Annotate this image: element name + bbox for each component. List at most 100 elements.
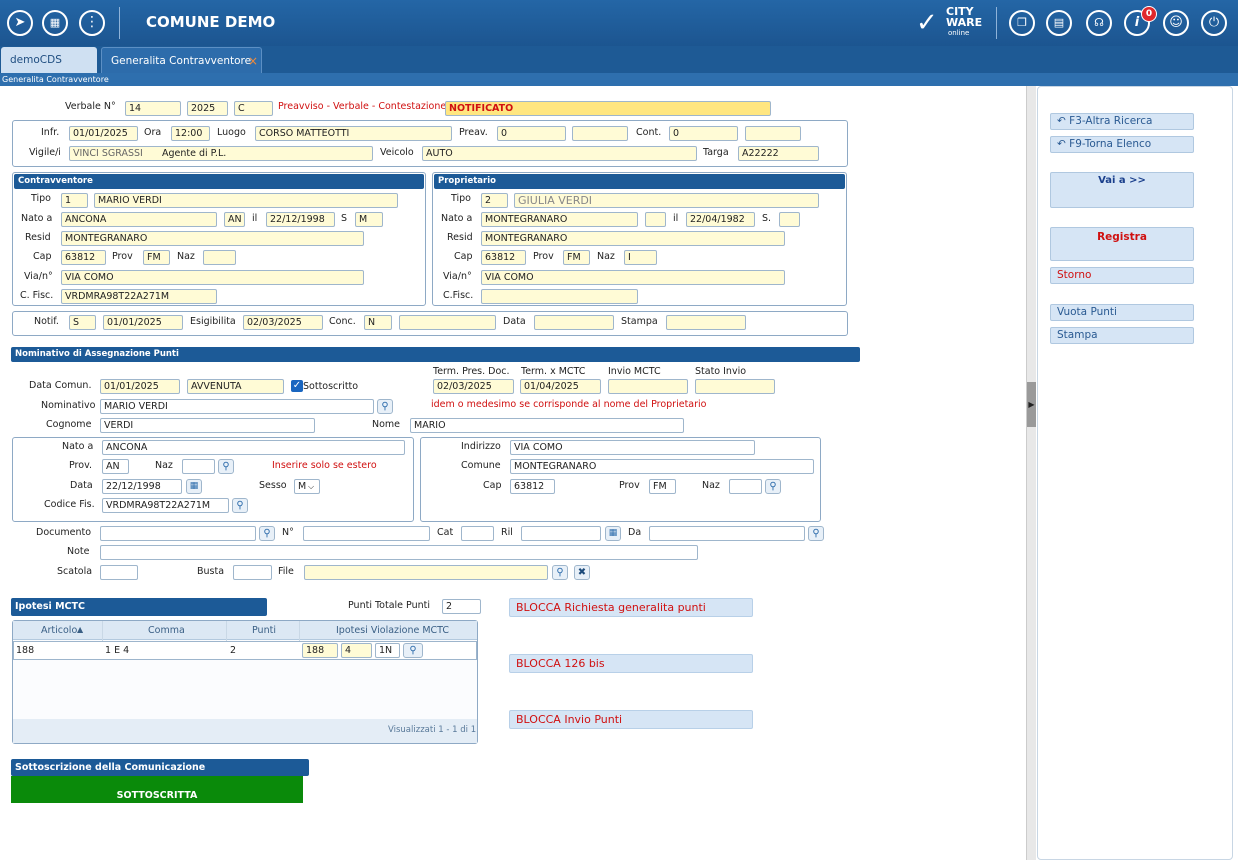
nom-cap-field[interactable]: 63812 bbox=[510, 479, 555, 494]
prop-sesso-field[interactable] bbox=[779, 212, 800, 227]
sort-asc-icon[interactable]: ▲ bbox=[77, 623, 83, 637]
cognome-field[interactable]: VERDI bbox=[100, 418, 315, 433]
stato-invio-field[interactable] bbox=[695, 379, 775, 394]
calendar-icon[interactable]: ▦ bbox=[605, 526, 621, 541]
contr-prov2-field[interactable]: FM bbox=[143, 250, 170, 265]
ril-field[interactable] bbox=[521, 526, 601, 541]
ipotesi-comma-field[interactable]: 4 bbox=[341, 643, 372, 658]
cat-field[interactable] bbox=[461, 526, 494, 541]
vuota-punti-button[interactable]: Vuota Punti bbox=[1050, 304, 1194, 321]
windows-icon[interactable]: ❐ bbox=[1009, 10, 1035, 36]
doc-numero-field[interactable] bbox=[303, 526, 430, 541]
headset-icon[interactable]: ☊ bbox=[1086, 10, 1112, 36]
verbale-series-field[interactable]: C bbox=[234, 101, 273, 116]
apps-grid-icon[interactable]: ▦ bbox=[42, 10, 68, 36]
close-tab-icon[interactable]: × bbox=[248, 48, 258, 74]
contr-via-field[interactable]: VIA COMO bbox=[61, 270, 364, 285]
col-punti[interactable]: Punti bbox=[252, 624, 276, 638]
file-field[interactable] bbox=[304, 565, 548, 580]
term-pres-field[interactable]: 02/03/2025 bbox=[433, 379, 514, 394]
comun-stato-field[interactable]: AVVENUTA bbox=[187, 379, 284, 394]
contr-nome-field[interactable]: MARIO VERDI bbox=[94, 193, 398, 208]
totale-punti-field[interactable]: 2 bbox=[442, 599, 481, 614]
comune-field[interactable]: MONTEGRANARO bbox=[510, 459, 814, 474]
search-icon[interactable]: ⚲ bbox=[232, 498, 248, 513]
nom-prov2-field[interactable]: FM bbox=[649, 479, 676, 494]
storno-button[interactable]: Storno bbox=[1050, 267, 1194, 284]
col-ipotesi[interactable]: Ipotesi Violazione MCTC bbox=[336, 624, 449, 638]
nom-nato-field[interactable]: ANCONA bbox=[102, 440, 405, 455]
torna-elenco-button[interactable]: ↶ F9-Torna Elenco bbox=[1050, 136, 1194, 153]
stampa-button[interactable]: Stampa bbox=[1050, 327, 1194, 344]
user-icon[interactable]: ☺ bbox=[1163, 10, 1189, 36]
more-vertical-icon[interactable]: ⋮ bbox=[79, 10, 105, 36]
indirizzo-field[interactable]: VIA COMO bbox=[510, 440, 755, 455]
notif-date-field[interactable]: 01/01/2025 bbox=[103, 315, 183, 330]
col-comma[interactable]: Comma bbox=[148, 624, 185, 638]
blocca-126bis-button[interactable]: BLOCCA 126 bis bbox=[509, 654, 753, 673]
notif-field[interactable]: S bbox=[69, 315, 96, 330]
esigibilita-field[interactable]: 02/03/2025 bbox=[243, 315, 323, 330]
cont2-field[interactable] bbox=[745, 126, 801, 141]
rocket-icon[interactable]: ➤ bbox=[7, 10, 33, 36]
contr-cap-field[interactable]: 63812 bbox=[61, 250, 106, 265]
data-comun-field[interactable]: 01/01/2025 bbox=[100, 379, 180, 394]
conc2-field[interactable] bbox=[399, 315, 496, 330]
nominativo-field[interactable]: MARIO VERDI bbox=[100, 399, 374, 414]
preav2-field[interactable] bbox=[572, 126, 628, 141]
prop-via-field[interactable]: VIA COMO bbox=[481, 270, 785, 285]
contr-naz-field[interactable] bbox=[203, 250, 236, 265]
contr-cf-field[interactable]: VRDMRA98T22A271M bbox=[61, 289, 217, 304]
luogo-field[interactable]: CORSO MATTEOTTI bbox=[255, 126, 452, 141]
nome-field[interactable]: MARIO bbox=[410, 418, 684, 433]
registra-button[interactable]: Registra bbox=[1050, 227, 1194, 261]
nom-naz2-field[interactable] bbox=[729, 479, 762, 494]
tab-home[interactable]: demoCDS Home bbox=[1, 47, 97, 92]
nom-data-field[interactable]: 22/12/1998 bbox=[102, 479, 182, 494]
search-icon[interactable]: ⚲ bbox=[377, 399, 393, 414]
nom-naz-field[interactable] bbox=[182, 459, 215, 474]
note-field[interactable] bbox=[100, 545, 698, 560]
scatola-field[interactable] bbox=[100, 565, 138, 580]
preav-field[interactable]: 0 bbox=[497, 126, 566, 141]
calendar-icon[interactable]: ▦ bbox=[186, 479, 202, 494]
search-icon[interactable]: ⚲ bbox=[765, 479, 781, 494]
col-articolo[interactable]: Articolo bbox=[41, 624, 77, 638]
tab-generalita[interactable]: Generalita Contravventore × bbox=[101, 47, 262, 73]
nom-cf-field[interactable]: VRDMRA98T22A271M bbox=[102, 498, 229, 513]
cont-field[interactable]: 0 bbox=[669, 126, 738, 141]
search-icon[interactable]: ⚲ bbox=[552, 565, 568, 580]
search-icon[interactable]: ⚲ bbox=[218, 459, 234, 474]
search-icon[interactable]: ⚲ bbox=[403, 643, 423, 658]
contr-sesso-field[interactable]: M bbox=[355, 212, 383, 227]
search-icon[interactable]: ⚲ bbox=[808, 526, 824, 541]
contr-data-field[interactable]: 22/12/1998 bbox=[266, 212, 335, 227]
notif-data-field[interactable] bbox=[534, 315, 614, 330]
prop-cap-field[interactable]: 63812 bbox=[481, 250, 526, 265]
targa-field[interactable]: A22222 bbox=[738, 146, 819, 161]
blocca-invio-button[interactable]: BLOCCA Invio Punti bbox=[509, 710, 753, 729]
prop-data-field[interactable]: 22/04/1982 bbox=[686, 212, 755, 227]
clear-icon[interactable]: ✖ bbox=[574, 565, 590, 580]
splitter[interactable] bbox=[1026, 86, 1036, 860]
vai-a-button[interactable]: Vai a >> bbox=[1050, 172, 1194, 208]
contr-tipo-field[interactable]: 1 bbox=[61, 193, 88, 208]
sesso-select[interactable]: M ⌵ bbox=[294, 479, 320, 494]
prop-tipo-field[interactable]: 2 bbox=[481, 193, 508, 208]
search-icon[interactable]: ⚲ bbox=[259, 526, 275, 541]
prop-nato-field[interactable]: MONTEGRANARO bbox=[481, 212, 638, 227]
sottoscritto-checkbox[interactable]: ✓ bbox=[291, 380, 303, 392]
power-icon[interactable]: ⏻ bbox=[1201, 10, 1227, 36]
vigile-field[interactable]: VINCI SGRASSI Agente di P.L. bbox=[69, 146, 373, 161]
contr-prov-field[interactable]: AN bbox=[224, 212, 245, 227]
prop-nome-field[interactable]: GIULIA VERDI bbox=[514, 193, 819, 208]
contr-nato-field[interactable]: ANCONA bbox=[61, 212, 217, 227]
collapse-arrow-icon[interactable]: ▶ bbox=[1027, 382, 1036, 427]
term-mctc-field[interactable]: 01/04/2025 bbox=[520, 379, 601, 394]
ipotesi-articolo-field[interactable]: 188 bbox=[302, 643, 338, 658]
veicolo-field[interactable]: AUTO bbox=[422, 146, 697, 161]
altra-ricerca-button[interactable]: ↶ F3-Altra Ricerca bbox=[1050, 113, 1194, 130]
da-field[interactable] bbox=[649, 526, 805, 541]
busta-field[interactable] bbox=[233, 565, 272, 580]
ora-field[interactable]: 12:00 bbox=[171, 126, 210, 141]
